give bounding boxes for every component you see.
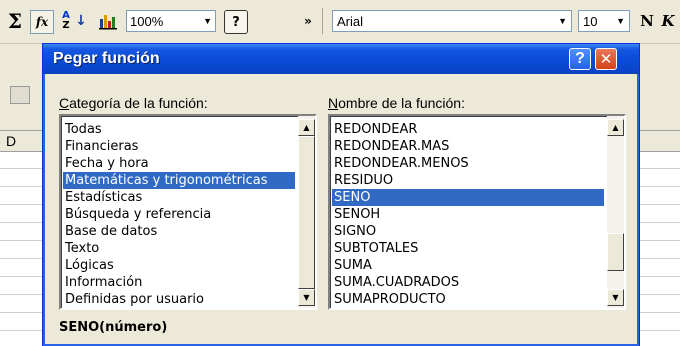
scroll-down-icon[interactable]: ▼ xyxy=(607,289,624,306)
function-list-item[interactable]: SENO xyxy=(332,189,604,206)
function-list-item[interactable]: SUMAPRODUCTO xyxy=(332,291,604,308)
chevron-down-icon: ▼ xyxy=(616,16,625,26)
function-list-item[interactable]: SIGNO xyxy=(332,223,604,240)
paste-function-dialog: Pegar función ? ✕ Categoría de la funció… xyxy=(42,43,640,346)
toolbar-separator xyxy=(322,8,323,34)
sort-arrow-icon: ↓ xyxy=(75,13,87,29)
category-list-item[interactable]: Definidas por usuario xyxy=(63,291,295,308)
category-list-item[interactable]: Base de datos xyxy=(63,223,295,240)
category-list-item[interactable]: Búsqueda y referencia xyxy=(63,206,295,223)
function-list-item[interactable]: SENOH xyxy=(332,206,604,223)
column-header-d[interactable]: D xyxy=(6,133,16,149)
category-list-item[interactable]: Estadísticas xyxy=(63,189,295,206)
category-list-item[interactable]: Información xyxy=(63,274,295,291)
scroll-up-icon[interactable]: ▲ xyxy=(607,119,624,136)
paste-function-icon[interactable]: fx xyxy=(30,10,54,34)
dialog-titlebar[interactable]: Pegar función ? ✕ xyxy=(43,44,639,74)
help-button[interactable]: ? xyxy=(569,48,591,70)
zoom-value: 100% xyxy=(130,13,164,29)
function-list-item[interactable]: SUBTOTALES xyxy=(332,240,604,257)
font-name-select[interactable]: Arial ▼ xyxy=(332,10,572,32)
font-name-value: Arial xyxy=(337,13,364,29)
chevron-down-icon: ▼ xyxy=(558,16,567,26)
category-list-item[interactable]: Lógicas xyxy=(63,257,295,274)
scroll-thumb[interactable] xyxy=(298,136,315,289)
function-scrollbar[interactable]: ▲ ▼ xyxy=(607,116,624,308)
function-name-label: Nombre de la función: xyxy=(328,95,465,111)
chevron-down-icon: ▼ xyxy=(203,16,212,26)
scroll-thumb[interactable] xyxy=(607,233,624,271)
category-items: Todas Financieras Fecha y hora Matemáticas … xyxy=(63,121,295,308)
function-syntax: SENO(número) xyxy=(59,320,168,335)
sort-ascending-icon[interactable]: AZ xyxy=(56,8,76,34)
function-list-item[interactable]: REDONDEAR.MAS xyxy=(332,138,604,155)
autosum-icon[interactable]: Σ xyxy=(4,8,26,34)
category-list-item[interactable]: Matemáticas y trigonométricas xyxy=(63,172,295,189)
function-listbox[interactable]: REDONDEAR REDONDEAR.MAS REDONDEAR.MENOS RES… xyxy=(328,114,626,310)
function-list-item[interactable]: RESIDUO xyxy=(332,172,604,189)
function-list-item[interactable]: REDONDEAR xyxy=(332,121,604,138)
category-label: Categoría de la función: xyxy=(59,95,208,111)
function-items: REDONDEAR REDONDEAR.MAS REDONDEAR.MENOS RES… xyxy=(332,121,604,308)
dialog-title: Pegar función xyxy=(53,50,160,67)
toolbar-icon[interactable] xyxy=(10,86,30,104)
category-list-item[interactable]: Todas xyxy=(63,121,295,138)
close-button[interactable]: ✕ xyxy=(595,48,617,70)
category-scrollbar[interactable]: ▲ ▼ xyxy=(298,116,315,308)
font-size-value: 10 xyxy=(583,13,598,29)
font-size-select[interactable]: 10 ▼ xyxy=(578,10,630,32)
scroll-down-icon[interactable]: ▼ xyxy=(298,289,315,306)
category-list-item[interactable]: Fecha y hora xyxy=(63,155,295,172)
function-list-item[interactable]: REDONDEAR.MENOS xyxy=(332,155,604,172)
category-listbox[interactable]: Todas Financieras Fecha y hora Matemáticas … xyxy=(59,114,317,310)
scroll-up-icon[interactable]: ▲ xyxy=(298,119,315,136)
toolbar-options-icon[interactable]: » xyxy=(300,8,316,34)
excel-toolbar: Σ fx AZ ↓ 100% ▼ ? » Arial ▼ 10 ▼ N K xyxy=(0,0,680,44)
help-icon[interactable]: ? xyxy=(224,10,248,34)
function-list-item[interactable]: SUMA xyxy=(332,257,604,274)
category-list-item[interactable]: Financieras xyxy=(63,138,295,155)
bold-button[interactable]: N xyxy=(638,8,656,34)
chart-wizard-icon[interactable] xyxy=(96,8,120,34)
italic-button[interactable]: K xyxy=(659,8,677,34)
function-list-item[interactable]: SUMA.CUADRADOS xyxy=(332,274,604,291)
zoom-select[interactable]: 100% ▼ xyxy=(126,10,216,32)
category-list-item[interactable]: Texto xyxy=(63,240,295,257)
